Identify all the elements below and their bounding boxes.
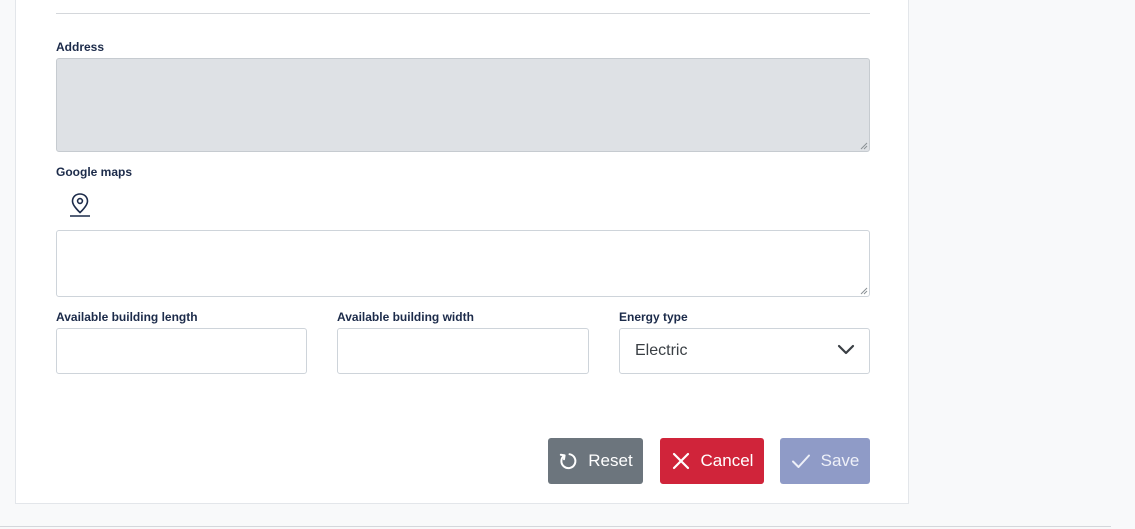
save-button[interactable]: Save <box>780 438 870 484</box>
page-bottom-divider <box>0 526 1111 527</box>
reset-button[interactable]: Reset <box>548 438 643 484</box>
energy-type-value: Electric <box>635 342 688 359</box>
address-textarea[interactable] <box>56 58 870 152</box>
x-icon <box>672 452 689 470</box>
cancel-button-label: Cancel <box>700 451 754 470</box>
resize-handle-icon[interactable] <box>860 142 868 150</box>
energy-type-label: Energy type <box>619 310 688 324</box>
energy-type-select[interactable]: Electric <box>619 328 870 374</box>
resize-handle-icon[interactable] <box>860 287 868 295</box>
address-label: Address <box>56 40 105 54</box>
check-icon <box>791 454 810 468</box>
building-width-label: Available building width <box>337 310 474 324</box>
form-card: Address Google maps Available building l… <box>15 0 909 504</box>
reset-button-label: Reset <box>588 451 633 470</box>
map-pin-icon[interactable] <box>68 192 92 218</box>
save-button-label: Save <box>820 451 860 470</box>
building-length-input[interactable] <box>56 328 307 374</box>
rotate-cw-icon <box>560 453 577 470</box>
google-maps-label: Google maps <box>56 165 133 179</box>
chevron-down-icon <box>837 344 855 355</box>
building-length-label: Available building length <box>56 310 198 324</box>
google-maps-textarea[interactable] <box>56 230 870 297</box>
section-divider <box>56 13 870 14</box>
cancel-button[interactable]: Cancel <box>660 438 764 484</box>
building-width-input[interactable] <box>337 328 589 374</box>
